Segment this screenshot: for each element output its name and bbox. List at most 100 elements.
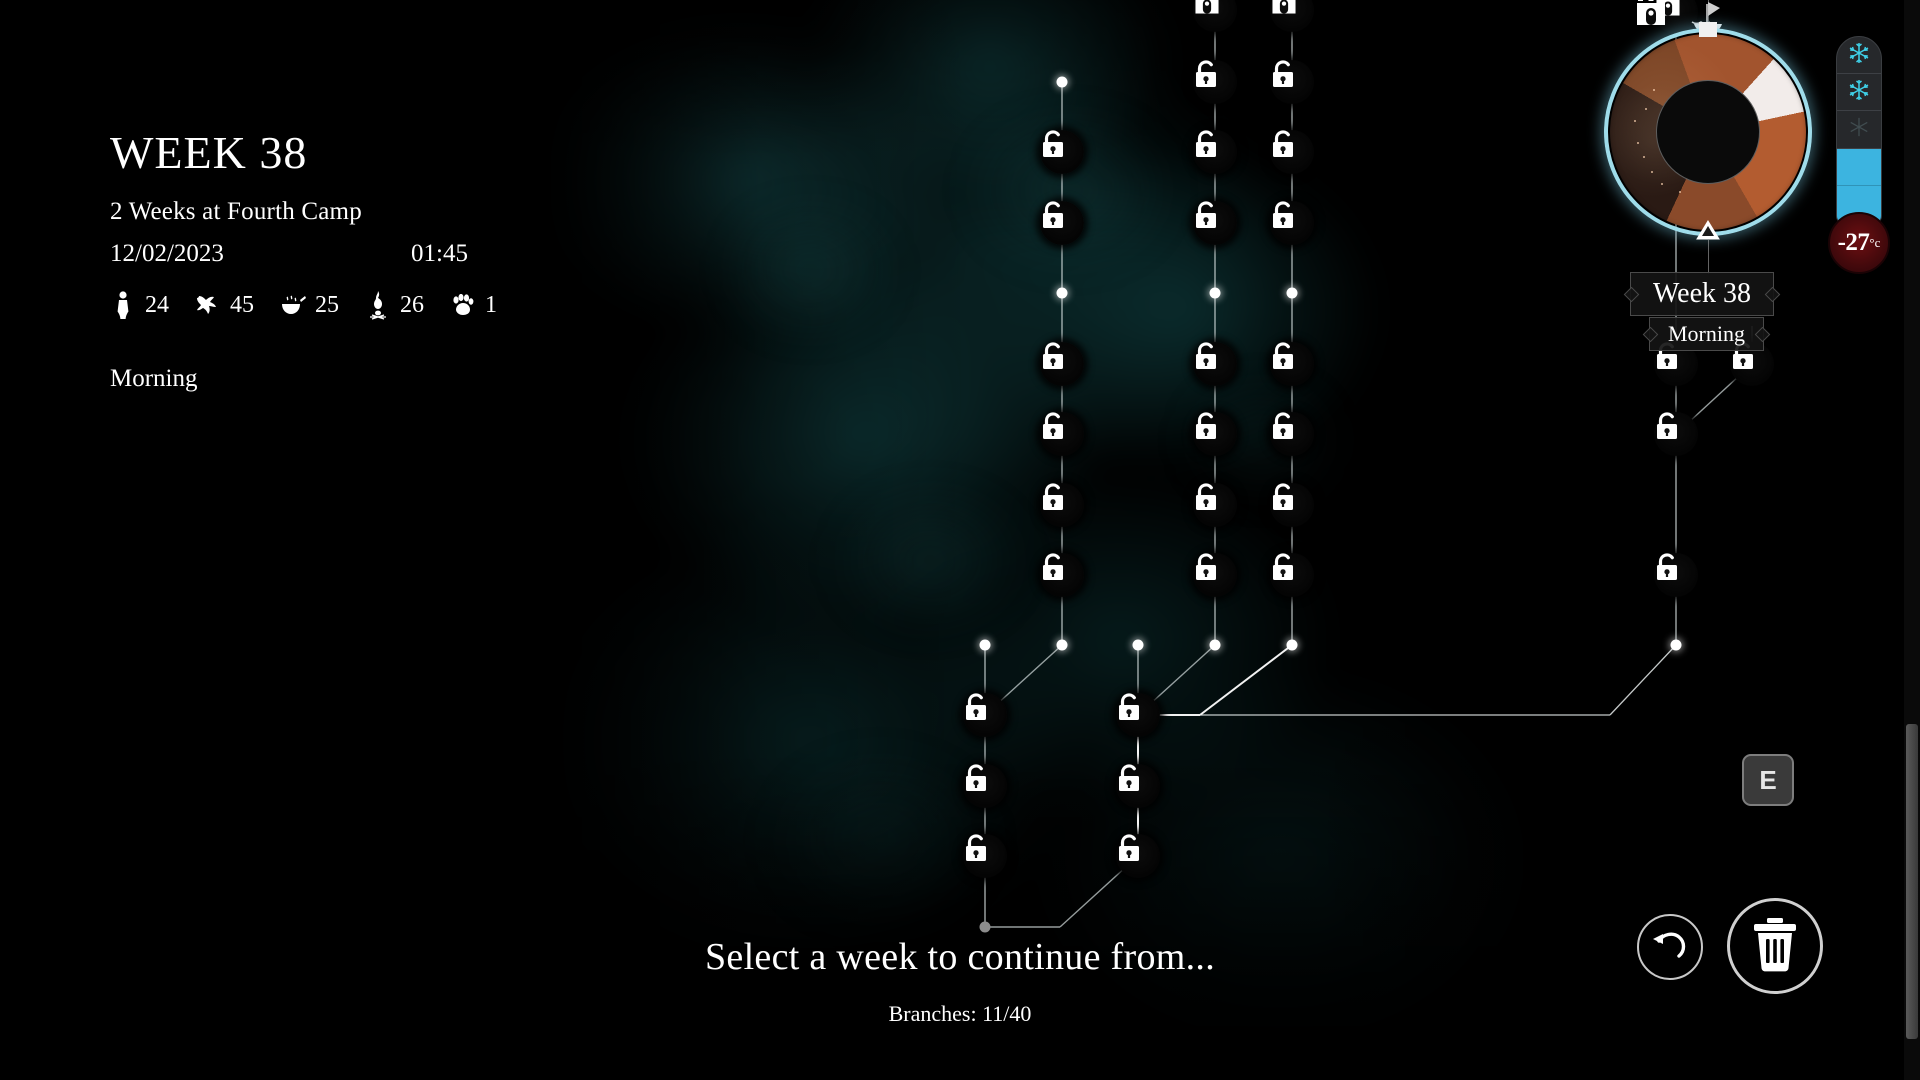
branch-counter: Branches: 11/40 bbox=[888, 1001, 1032, 1026]
tree-node[interactable] bbox=[1056, 639, 1068, 651]
week-node-marker[interactable] bbox=[1286, 639, 1298, 651]
tree-node[interactable] bbox=[1286, 639, 1298, 651]
week-node-locked[interactable] bbox=[1193, 412, 1237, 456]
tree-node[interactable] bbox=[1286, 287, 1298, 299]
week-node-locked[interactable] bbox=[1270, 60, 1314, 104]
tree-node[interactable] bbox=[1193, 342, 1237, 386]
week-node-fortress[interactable] bbox=[1270, 0, 1314, 32]
tree-node[interactable] bbox=[1193, 130, 1237, 174]
week-node-marker[interactable] bbox=[979, 921, 991, 933]
week-node-locked[interactable] bbox=[1116, 834, 1160, 878]
pelt-icon bbox=[195, 290, 221, 320]
tree-node[interactable] bbox=[1670, 639, 1682, 651]
week-node-marker[interactable] bbox=[1056, 76, 1068, 88]
tree-node[interactable] bbox=[1270, 412, 1314, 456]
week-node-marker[interactable] bbox=[1670, 639, 1682, 651]
scrollbar-thumb[interactable] bbox=[1906, 724, 1918, 1039]
tree-node[interactable] bbox=[963, 834, 1007, 878]
date-time-row: 12/02/2023 01:45 bbox=[110, 240, 468, 268]
scrollbar-track[interactable] bbox=[1904, 0, 1920, 1080]
week-node-locked[interactable] bbox=[1193, 553, 1237, 597]
week-node-locked[interactable] bbox=[963, 834, 1007, 878]
week-node-locked[interactable] bbox=[1270, 342, 1314, 386]
tree-node[interactable] bbox=[1040, 342, 1084, 386]
week-node-marker[interactable] bbox=[1056, 639, 1068, 651]
week-node-locked[interactable] bbox=[1040, 412, 1084, 456]
tree-node[interactable] bbox=[1132, 639, 1144, 651]
week-node-marker[interactable] bbox=[979, 639, 991, 651]
tree-node[interactable] bbox=[1654, 412, 1698, 456]
stat-fires-value: 26 bbox=[400, 291, 424, 318]
tree-node[interactable] bbox=[1040, 412, 1084, 456]
tree-node[interactable] bbox=[1270, 201, 1314, 245]
week-node-locked[interactable] bbox=[1193, 483, 1237, 527]
tree-node[interactable] bbox=[1040, 130, 1084, 174]
tree-node[interactable] bbox=[1193, 412, 1237, 456]
week-node-locked[interactable] bbox=[1040, 130, 1084, 174]
week-node-marker[interactable] bbox=[1132, 639, 1144, 651]
week-node-locked[interactable] bbox=[1040, 342, 1084, 386]
tree-node[interactable] bbox=[1116, 834, 1160, 878]
dial-marker-current-week[interactable] bbox=[1696, 220, 1720, 240]
tree-node[interactable] bbox=[979, 639, 991, 651]
week-node-locked[interactable] bbox=[1193, 60, 1237, 104]
tree-node[interactable] bbox=[1056, 287, 1068, 299]
week-node-locked[interactable] bbox=[1270, 553, 1314, 597]
tree-node[interactable] bbox=[963, 693, 1007, 737]
tree-node[interactable] bbox=[963, 764, 1007, 808]
week-node-locked[interactable] bbox=[1270, 412, 1314, 456]
tree-node[interactable] bbox=[1270, 0, 1314, 32]
week-node-fortress[interactable] bbox=[1193, 0, 1237, 32]
tree-node[interactable] bbox=[1270, 342, 1314, 386]
tree-node[interactable] bbox=[1270, 60, 1314, 104]
tree-node[interactable] bbox=[1270, 130, 1314, 174]
stat-pelts: 45 bbox=[195, 290, 280, 320]
tooltip-time-of-day: Morning bbox=[1649, 317, 1764, 351]
week-node-locked[interactable] bbox=[1040, 483, 1084, 527]
tree-node[interactable] bbox=[1193, 483, 1237, 527]
tree-node[interactable] bbox=[1116, 764, 1160, 808]
week-node-locked[interactable] bbox=[1270, 483, 1314, 527]
dial-marker-top bbox=[1699, 22, 1717, 37]
tree-node[interactable] bbox=[1270, 553, 1314, 597]
tree-node[interactable] bbox=[1193, 60, 1237, 104]
tree-node[interactable] bbox=[1040, 483, 1084, 527]
tree-node[interactable] bbox=[1193, 201, 1237, 245]
tree-node[interactable] bbox=[1193, 0, 1237, 32]
week-node-locked[interactable] bbox=[1654, 553, 1698, 597]
snowflake-faint-icon bbox=[1848, 116, 1870, 143]
week-node-locked[interactable] bbox=[1270, 130, 1314, 174]
week-node-locked[interactable] bbox=[1270, 201, 1314, 245]
tree-node[interactable] bbox=[1209, 639, 1221, 651]
tree-node[interactable] bbox=[1209, 287, 1221, 299]
week-node-marker[interactable] bbox=[1056, 287, 1068, 299]
week-node-locked[interactable] bbox=[1654, 412, 1698, 456]
week-node-locked[interactable] bbox=[1193, 201, 1237, 245]
tree-node[interactable] bbox=[1270, 483, 1314, 527]
key-hint-e[interactable]: E bbox=[1742, 754, 1794, 806]
week-node-locked[interactable] bbox=[1193, 130, 1237, 174]
week-node-locked[interactable] bbox=[963, 764, 1007, 808]
time-label: 01:45 bbox=[411, 240, 468, 267]
week-node-locked[interactable] bbox=[963, 693, 1007, 737]
undo-button[interactable] bbox=[1637, 914, 1703, 980]
tree-node[interactable] bbox=[1040, 553, 1084, 597]
planet-phase-dial[interactable] bbox=[1604, 0, 1812, 274]
tree-node[interactable] bbox=[1193, 553, 1237, 597]
delete-button[interactable] bbox=[1727, 898, 1823, 994]
tree-node[interactable] bbox=[1116, 693, 1160, 737]
campfire-icon bbox=[365, 290, 391, 320]
trash-can-icon bbox=[1749, 916, 1801, 977]
week-node-locked[interactable] bbox=[1116, 764, 1160, 808]
tree-node[interactable] bbox=[1056, 76, 1068, 88]
week-node-marker[interactable] bbox=[1286, 287, 1298, 299]
tree-node[interactable] bbox=[1040, 201, 1084, 245]
tree-node[interactable] bbox=[1654, 553, 1698, 597]
week-node-locked[interactable] bbox=[1193, 342, 1237, 386]
week-node-locked[interactable] bbox=[1040, 553, 1084, 597]
week-node-locked[interactable] bbox=[1116, 693, 1160, 737]
week-node-locked[interactable] bbox=[1040, 201, 1084, 245]
week-node-marker[interactable] bbox=[1209, 639, 1221, 651]
tree-node[interactable] bbox=[979, 921, 991, 933]
week-node-marker[interactable] bbox=[1209, 287, 1221, 299]
